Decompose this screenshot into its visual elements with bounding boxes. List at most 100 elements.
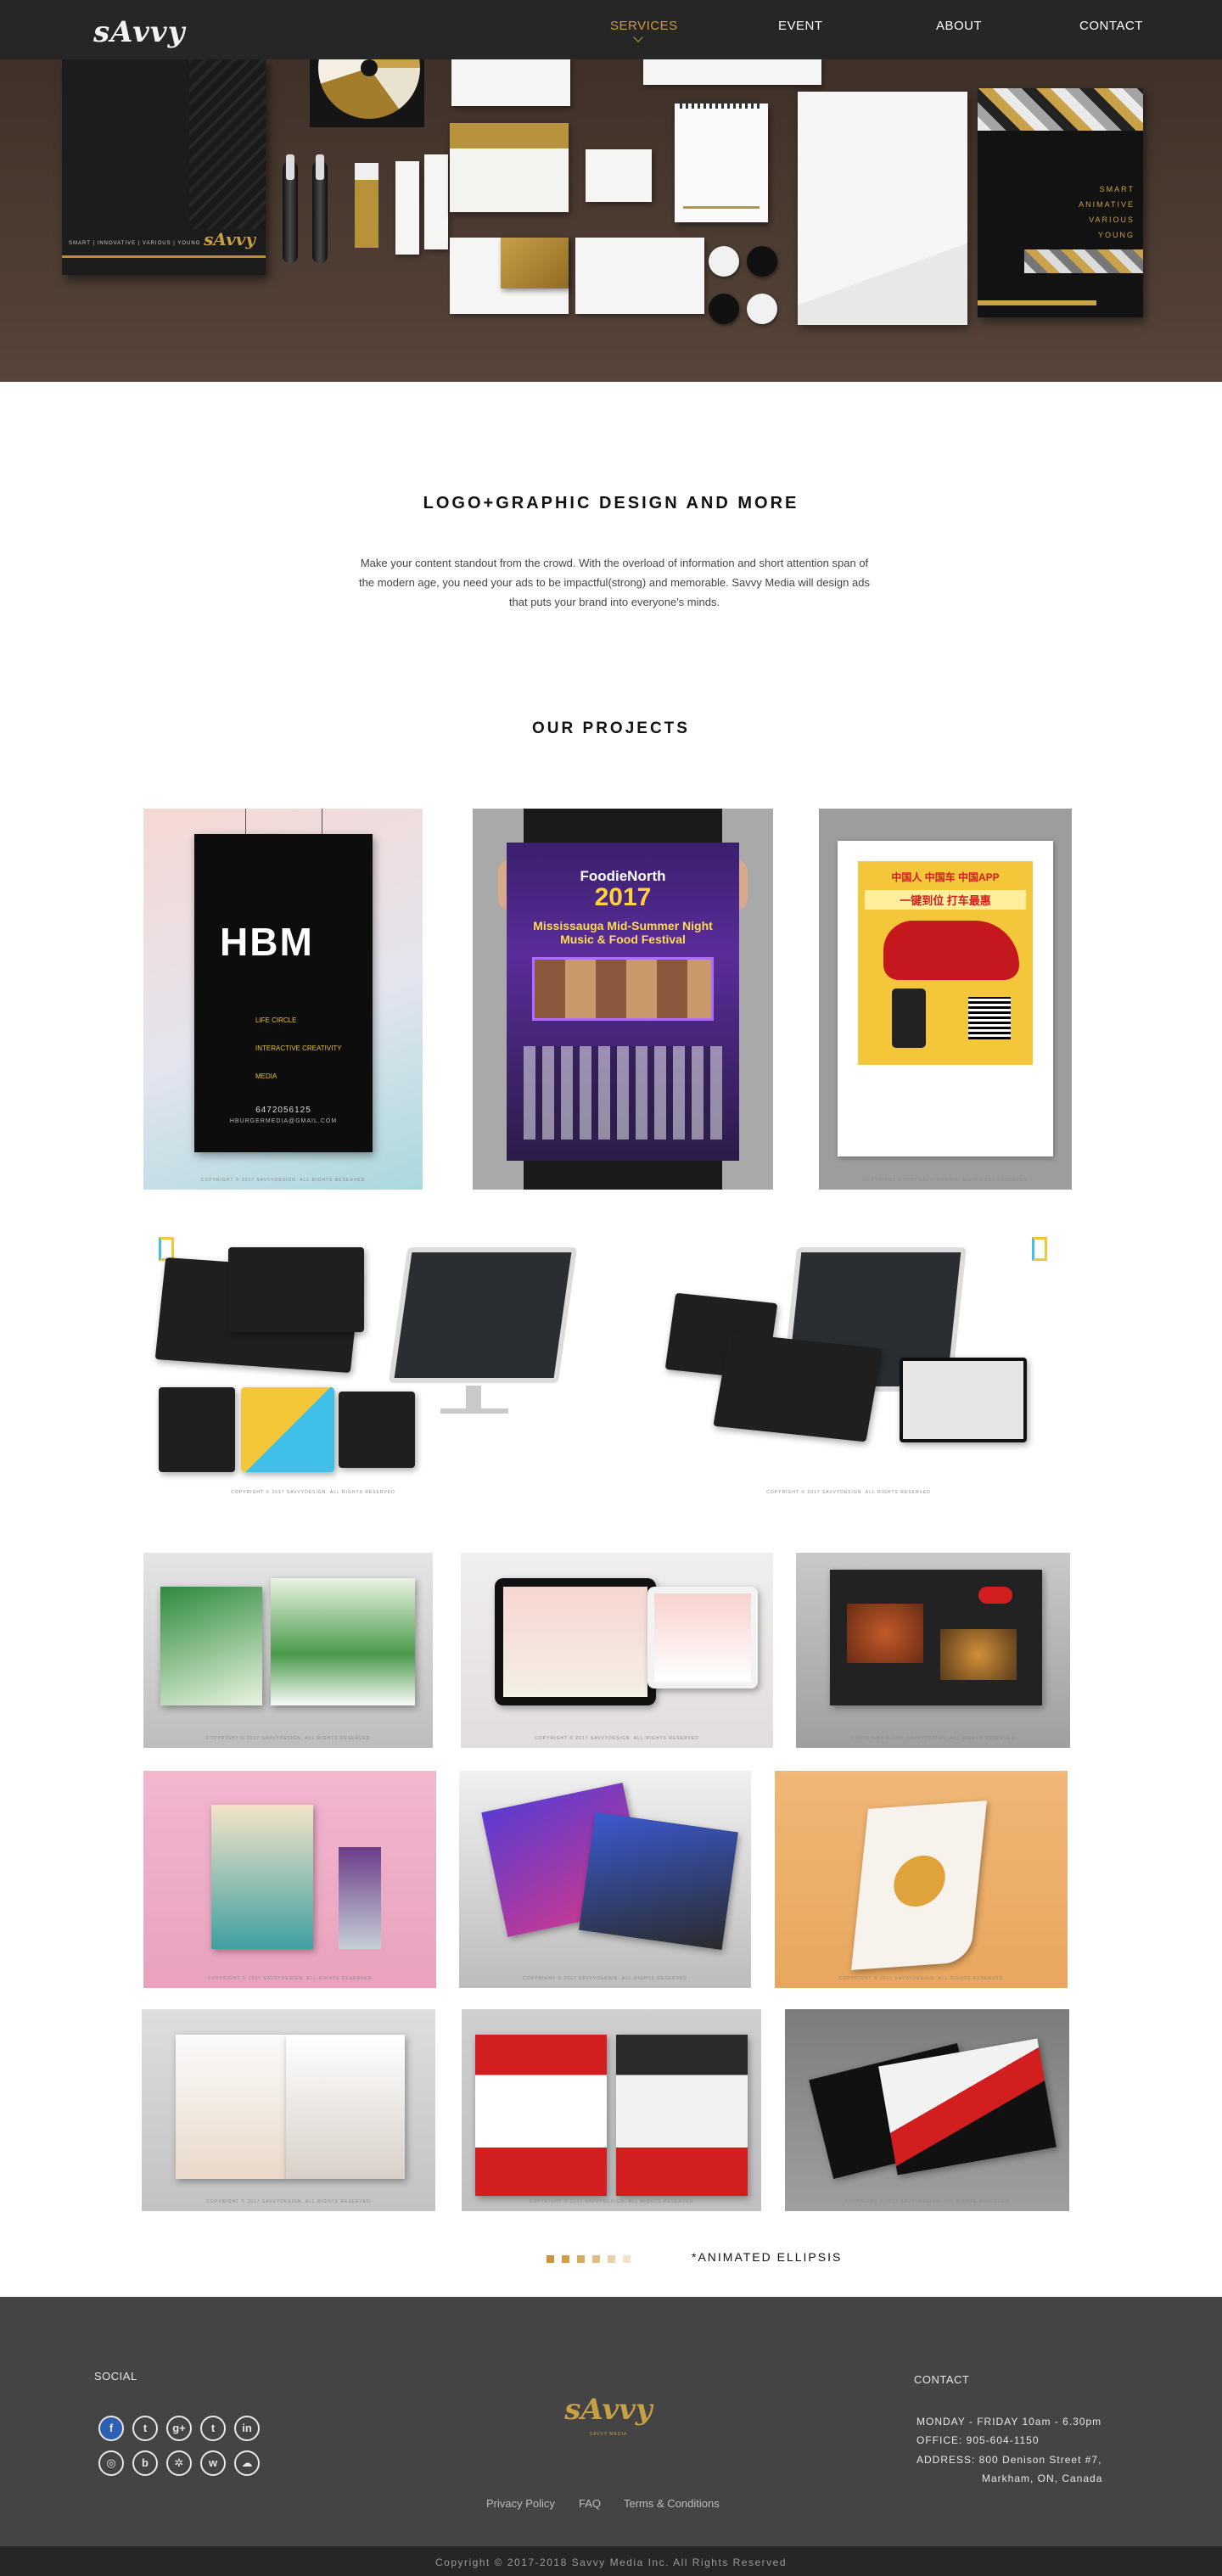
nav-services[interactable]: SERVICES xyxy=(610,19,678,33)
address-line-1: ADDRESS: 800 Denison Street #7, xyxy=(916,2454,1102,2466)
copyright-note: COPYRIGHT © 2017 SAVVYDESIGN. ALL RIGHTS… xyxy=(231,1490,395,1495)
project-tutoring-flyers[interactable]: COPYRIGHT © 2017 SAVVYDESIGN. ALL RIGHTS… xyxy=(462,2009,761,2211)
google-plus-icon[interactable]: g+ xyxy=(166,2416,192,2441)
envelope-flap xyxy=(450,123,569,148)
ellipsis-dot xyxy=(608,2255,615,2263)
weibo-icon[interactable]: w xyxy=(200,2450,226,2476)
folder-word: ANIMATIVE xyxy=(1079,200,1135,209)
taxi-app-poster: 中国人 中国车 中国APP 一键到位 打车最惠 xyxy=(858,861,1033,1116)
corner-logo-mark xyxy=(1032,1237,1047,1261)
poster-subline: Music & Food Festival xyxy=(560,932,686,946)
nav-contact[interactable]: CONTACT xyxy=(1079,19,1143,33)
project-restaurant-tent-card[interactable]: COPYRIGHT © 2017 SAVVYDESIGN. ALL RIGHTS… xyxy=(796,1553,1070,1748)
flyer-mockup xyxy=(475,2035,607,2196)
privacy-policy-link[interactable]: Privacy Policy xyxy=(486,2497,555,2510)
wechat-icon[interactable]: ☁ xyxy=(234,2450,260,2476)
project-book-cover[interactable]: COPYRIGHT © 2017 SAVVYDESIGN. ALL RIGHTS… xyxy=(143,1771,436,1988)
section-description: Make your content standout from the crow… xyxy=(359,557,870,608)
usb-band xyxy=(355,163,378,248)
pen-cap xyxy=(286,154,294,180)
copyright-note: COPYRIGHT © 2017 SAVVYDESIGN. ALL RIGHTS… xyxy=(838,1976,1004,1981)
address-line-2: Markham, ON, Canada xyxy=(982,2472,1103,2484)
project-foodie-north-poster[interactable]: FoodieNorth 2017 Mississauga Mid-Summer … xyxy=(473,809,773,1190)
project-hbm-poster[interactable]: HBM LIFE CIRCLE INTERACTIVE CREATIVITY M… xyxy=(143,809,423,1190)
tablet-mockup xyxy=(241,1387,334,1472)
tent-card-mockup xyxy=(830,1570,1042,1705)
project-web-design-mockup[interactable]: COPYRIGHT © 2017 SAVVYDESIGN. ALL RIGHTS… xyxy=(143,1230,585,1502)
bookmark-mockup xyxy=(395,161,419,255)
pen-cap xyxy=(316,154,324,180)
folder-gold-bar xyxy=(978,300,1096,305)
copyright-text: Copyright © 2017-2018 Savvy Media Inc. A… xyxy=(434,2556,787,2568)
project-curled-poster[interactable]: COPYRIGHT © 2017 SAVVYDESIGN. ALL RIGHTS… xyxy=(775,1771,1068,1988)
business-card-mockup xyxy=(451,59,570,106)
folder-word: VARIOUS xyxy=(1089,216,1135,224)
nav-event[interactable]: EVENT xyxy=(778,19,823,33)
project-promo-flyers[interactable]: COPYRIGHT © 2017 SAVVYDESIGN. ALL RIGHTS… xyxy=(785,2009,1069,2211)
faq-link[interactable]: FAQ xyxy=(579,2497,601,2510)
animated-ellipsis xyxy=(547,2252,638,2264)
footer-logo-text: sAvvy xyxy=(564,2393,653,2427)
copyright-note: COPYRIGHT © 2017 SAVVYDESIGN. ALL RIGHTS… xyxy=(850,1736,1016,1741)
twitter-icon[interactable]: t xyxy=(132,2416,158,2441)
monitor-stand xyxy=(466,1386,481,1411)
poster-slogan: 一键到位 打车最惠 xyxy=(865,890,1026,910)
postcard-gold-pattern xyxy=(501,238,569,288)
tablet-mockup xyxy=(647,1587,758,1688)
poster-headline: 中国人 中国车 中国APP xyxy=(891,871,1000,883)
book-mockup xyxy=(211,1805,313,1949)
poster-hanger xyxy=(245,809,246,834)
chevron-down-icon xyxy=(633,32,643,42)
nav-about[interactable]: ABOUT xyxy=(936,19,982,33)
copyright-note: COPYRIGHT © 2017 SAVVYDESIGN. ALL RIGHTS… xyxy=(535,1736,699,1741)
ellipsis-label: *ANIMATED ELLIPSIS xyxy=(692,2250,843,2264)
flower-vase-image xyxy=(339,1847,381,1949)
poster-item: INTERACTIVE CREATIVITY xyxy=(255,1044,342,1052)
copyright-note: COPYRIGHT © 2017 SAVVYDESIGN. ALL RIGHTS… xyxy=(844,2199,1010,2204)
cd-hole xyxy=(361,59,378,76)
usb-mockup xyxy=(355,163,378,248)
folder-word: YOUNG xyxy=(1097,231,1135,239)
project-magazine-spread[interactable]: COPYRIGHT © 2017 SAVVYDESIGN. ALL RIGHTS… xyxy=(142,2009,435,2211)
ellipsis-dot xyxy=(547,2255,554,2263)
project-brochure-green[interactable]: COPYRIGHT © 2017 SAVVYDESIGN. ALL RIGHTS… xyxy=(143,1553,433,1748)
poster-line: FoodieNorth xyxy=(580,868,666,884)
copyright-note: COPYRIGHT © 2017 SAVVYDESIGN. ALL RIGHTS… xyxy=(766,1490,931,1495)
copyright-note: COPYRIGHT © 2017 SAVVYDESIGN. ALL RIGHTS… xyxy=(207,1976,373,1981)
office-phone: OFFICE: 905-604-1150 xyxy=(916,2434,1040,2446)
phone-mockup xyxy=(159,1387,235,1472)
project-app-design-mockup[interactable]: COPYRIGHT © 2017 SAVVYDESIGN. ALL RIGHTS… xyxy=(645,1230,1069,1502)
poster-email: HBURGERMEDIA@GMAIL.COM xyxy=(229,1118,338,1124)
terms-link[interactable]: Terms & Conditions xyxy=(624,2497,720,2510)
wechat-moments-icon[interactable]: ✲ xyxy=(166,2450,192,2476)
poster-sponsor-logos xyxy=(524,1046,722,1140)
monitor-base xyxy=(440,1408,508,1414)
poster-item: MEDIA xyxy=(255,1072,277,1080)
folder-word: SMART xyxy=(1099,185,1135,193)
linkedin-icon[interactable]: in xyxy=(234,2416,260,2441)
tablet-screen xyxy=(654,1593,751,1682)
facebook-icon[interactable]: f xyxy=(98,2416,124,2441)
notepad-mockup xyxy=(675,100,768,222)
food-image xyxy=(847,1604,923,1663)
qr-code xyxy=(968,997,1011,1039)
project-event-flyers[interactable]: COPYRIGHT © 2017 SAVVYDESIGN. ALL RIGHTS… xyxy=(459,1771,751,1988)
folder-tagline: SMART | INNOVATIVE | VARIOUS | YOUNG xyxy=(69,241,201,246)
project-taxi-app-poster[interactable]: 中国人 中国车 中国APP 一键到位 打车最惠 COPYRIGHT © 2017… xyxy=(819,809,1072,1190)
instagram-icon[interactable]: ◎ xyxy=(98,2450,124,2476)
social-heading: SOCIAL xyxy=(94,2370,137,2383)
letterhead-envelope xyxy=(798,223,967,325)
phone-image xyxy=(892,988,926,1048)
folder-tile-pattern xyxy=(1024,249,1143,273)
folder-gold-line xyxy=(62,255,266,258)
badge-mockup xyxy=(709,294,739,324)
footer-logo[interactable]: sAvvy SAVVY MEDIA xyxy=(562,2393,655,2444)
price-badge xyxy=(978,1587,1012,1604)
bilibili-icon[interactable]: b xyxy=(132,2450,158,2476)
postcard-back-mockup xyxy=(575,238,704,314)
poster-phone: 6472056125 xyxy=(255,1106,311,1115)
tumblr-icon[interactable]: t xyxy=(200,2416,226,2441)
brochure-mockup xyxy=(160,1587,262,1705)
copyright-bar: Copyright © 2017-2018 Savvy Media Inc. A… xyxy=(0,2546,1222,2576)
project-tablet-menu[interactable]: COPYRIGHT © 2017 SAVVYDESIGN. ALL RIGHTS… xyxy=(461,1553,773,1748)
